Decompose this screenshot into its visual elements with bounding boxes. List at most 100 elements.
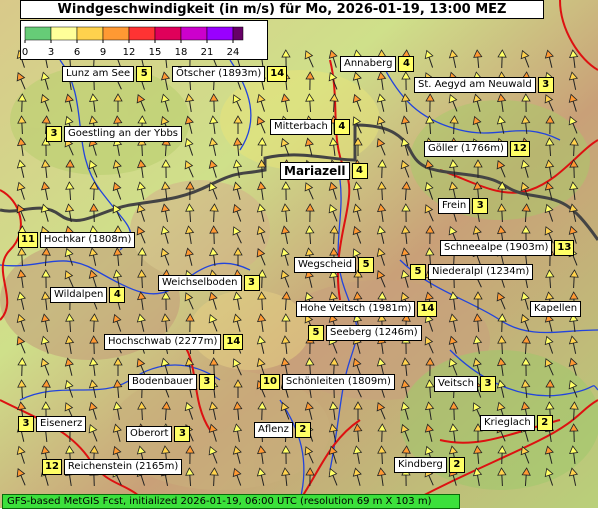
place-marker: Bodenbauer3 [128,374,215,390]
wind-speed-legend: 0 3 6 9 12 15 18 21 24 [20,20,268,60]
place-name: Aflenz [254,422,293,438]
legend-swatch [103,27,129,40]
wind-speed-value: 4 [109,287,125,303]
place-marker: Weichselboden3 [158,275,260,291]
legend-swatch [155,27,181,40]
wind-speed-value: 2 [537,415,553,431]
legend-tick-label: 6 [74,47,80,58]
place-marker: Krieglach2 [480,415,553,431]
place-name: Hohe Veitsch (1981m) [296,301,415,317]
place-name: Bodenbauer [128,374,197,390]
legend-swatch [207,27,233,40]
wind-speed-value: 5 [410,264,426,280]
place-marker: Frein3 [438,198,488,214]
legend-swatch [51,27,77,40]
place-marker: Oberort3 [126,426,190,442]
place-name: Eisenerz [36,416,86,432]
place-marker: Hohe Veitsch (1981m)14 [296,301,437,317]
place-marker: Annaberg4 [340,56,414,72]
place-name: Hochkar (1808m) [40,232,136,248]
wind-speed-value: 4 [334,119,350,135]
place-name: Hochschwab (2277m) [104,334,221,350]
wind-speed-value: 3 [538,77,554,93]
legend-tick-label: 24 [227,47,240,58]
place-name: Wildalpen [50,287,107,303]
wind-speed-value: 3 [199,374,215,390]
map-title: Windgeschwindigkeit (in m/s) für Mo, 202… [20,0,544,19]
wind-speed-value: 14 [267,66,287,82]
place-marker: Göller (1766m)12 [424,141,530,157]
place-name: Oberort [126,426,172,442]
legend-tick-label: 21 [201,47,214,58]
place-marker: 3Goestling an der Ybbs [46,126,182,142]
place-marker: 5Niederalpl (1234m) [410,264,533,280]
legend-swatch [25,27,51,40]
legend-tick-label: 18 [175,47,188,58]
wind-speed-value: 5 [358,257,374,273]
wind-speed-value: 3 [18,416,34,432]
place-marker: Aflenz2 [254,422,311,438]
place-name: Krieglach [480,415,535,431]
legend-tick-label: 0 [22,47,28,58]
wind-speed-value: 10 [260,374,280,390]
place-marker: 5Seeberg (1246m) [308,325,422,341]
place-marker: 10Schönleiten (1809m) [260,374,395,390]
place-name: Mitterbach [270,119,332,135]
place-marker: St. Aegyd am Neuwald3 [414,77,554,93]
place-marker: Schneealpe (1903m)13 [440,240,574,256]
legend-swatch [181,27,207,40]
legend-colorbar: 0 3 6 9 12 15 18 21 24 [21,21,267,59]
legend-swatch [77,27,103,40]
wind-speed-value: 13 [554,240,574,256]
wind-speed-value: 3 [244,275,260,291]
wind-speed-value: 3 [174,426,190,442]
place-marker: Mariazell4 [280,162,368,180]
place-name: Schönleiten (1809m) [282,374,395,390]
wind-speed-value: 4 [352,163,368,179]
legend-tick-label: 15 [149,47,162,58]
place-marker: Kapellen [530,301,581,317]
place-name: Wegscheid [294,257,356,273]
place-marker: Wildalpen4 [50,287,125,303]
place-name: Schneealpe (1903m) [440,240,552,256]
place-name: Kindberg [394,457,447,473]
place-name: Ötscher (1893m) [172,66,265,82]
wind-speed-value: 3 [472,198,488,214]
place-name: St. Aegyd am Neuwald [414,77,536,93]
place-name: Veitsch [434,376,478,392]
place-name: Reichenstein (2165m) [64,459,182,475]
wind-speed-value: 4 [398,56,414,72]
wind-speed-value: 12 [42,459,62,475]
wind-speed-value: 12 [510,141,530,157]
legend-tick-label: 9 [100,47,106,58]
place-marker: 12Reichenstein (2165m) [42,459,182,475]
place-name: Frein [438,198,470,214]
legend-tick-label: 3 [48,47,54,58]
place-name: Weichselboden [158,275,242,291]
wind-speed-value: 14 [417,301,437,317]
place-marker: Hochschwab (2277m)14 [104,334,243,350]
place-name: Niederalpl (1234m) [428,264,533,280]
wind-speed-value: 11 [18,232,38,248]
place-marker: Kindberg2 [394,457,465,473]
wind-speed-value: 5 [308,325,324,341]
wind-speed-value: 2 [295,422,311,438]
place-marker: Wegscheid5 [294,257,374,273]
forecast-footer: GFS-based MetGIS Fcst, initialized 2026-… [2,494,460,509]
place-marker: Ötscher (1893m)14 [172,66,287,82]
wind-speed-value: 14 [223,334,243,350]
place-marker: Mitterbach4 [270,119,350,135]
place-name: Göller (1766m) [424,141,508,157]
place-name: Mariazell [280,162,350,180]
place-marker: Veitsch3 [434,376,496,392]
wind-speed-value: 3 [46,126,62,142]
place-name: Lunz am See [62,66,134,82]
wind-speed-value: 2 [449,457,465,473]
place-marker: 11Hochkar (1808m) [18,232,135,248]
wind-speed-value: 5 [136,66,152,82]
place-marker: 3Eisenerz [18,416,86,432]
legend-tick-label: 12 [123,47,136,58]
place-marker: Lunz am See5 [62,66,152,82]
legend-swatch [129,27,155,40]
legend-swatch [233,27,243,40]
